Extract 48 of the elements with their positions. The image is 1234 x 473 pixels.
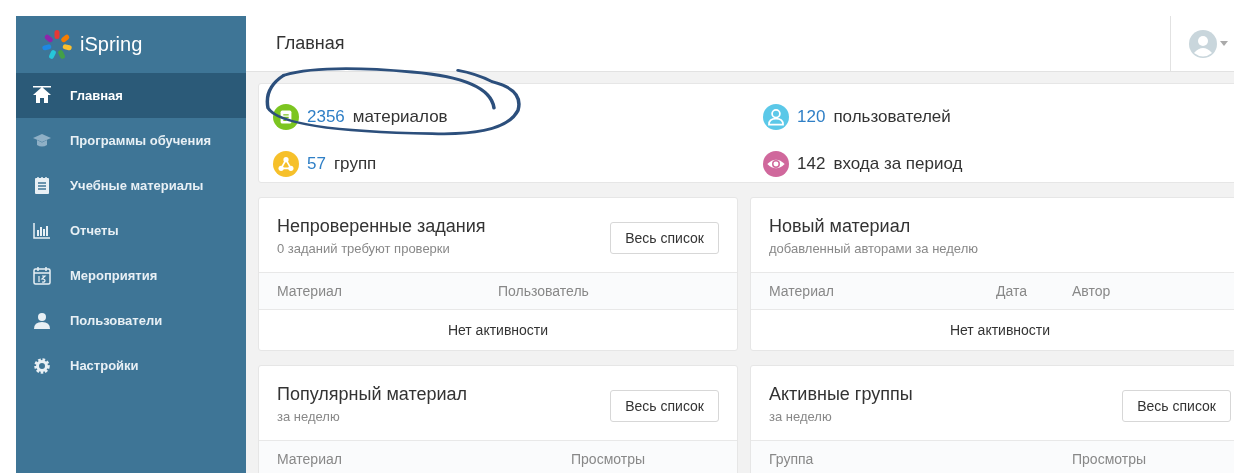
column-header: Автор — [1072, 283, 1112, 299]
sidebar-item[interactable]: Пользователи — [16, 298, 246, 343]
column-header: Материал — [277, 451, 343, 467]
card-title: Активные группы — [769, 384, 913, 405]
stat-label: входа за период — [833, 153, 963, 174]
calendar-icon — [32, 265, 52, 286]
empty-message: Нет активности — [447, 322, 549, 338]
stat-count: 142 — [797, 153, 826, 174]
stat-count[interactable]: 2356 — [307, 106, 345, 127]
stat-count[interactable]: 57 — [307, 153, 326, 174]
gear-icon — [32, 355, 52, 376]
card-subtitle: 0 заданий требуют проверки — [277, 241, 451, 256]
card-subtitle: добавленный авторами за неделю — [769, 241, 978, 256]
view-all-button[interactable]: Весь список — [610, 222, 719, 254]
column-header: Группа — [769, 451, 815, 467]
chart-icon — [32, 220, 52, 241]
home-icon — [32, 85, 52, 106]
stat-label: материалов — [352, 106, 448, 127]
user-icon — [32, 310, 52, 331]
sidebar-item[interactable]: Мероприятия — [16, 253, 246, 298]
sidebar-item[interactable]: Главная — [16, 73, 246, 118]
page-title: Главная — [276, 33, 345, 54]
column-header: Просмотры — [571, 451, 646, 467]
sidebar-item[interactable]: Программы обучения — [16, 118, 246, 163]
notepad-icon — [32, 175, 52, 196]
logo-icon — [40, 27, 74, 62]
column-header: Дата — [996, 283, 1028, 299]
view-all-button[interactable]: Весь список — [610, 390, 719, 422]
sidebar-item[interactable]: Отчеты — [16, 208, 246, 253]
column-header: Материал — [277, 283, 343, 299]
logo-text: iSpring — [80, 33, 143, 56]
card-title: Новый материал — [769, 216, 912, 237]
column-header: Пользователь — [498, 283, 590, 299]
stat-label: пользователей — [833, 106, 951, 127]
caret-icon[interactable] — [1220, 41, 1228, 46]
card-subtitle: за неделю — [769, 409, 833, 424]
avatar-icon[interactable] — [1189, 29, 1217, 58]
empty-message: Нет активности — [949, 322, 1051, 338]
card-subtitle: за неделю — [277, 409, 341, 424]
view-all-button[interactable]: Весь список — [1122, 390, 1231, 422]
stat-label: групп — [333, 153, 377, 174]
sidebar-item[interactable]: Настройки — [16, 343, 246, 388]
sidebar-item[interactable]: Учебные материалы — [16, 163, 246, 208]
column-header: Материал — [769, 283, 835, 299]
card-title: Популярный материал — [277, 384, 468, 405]
column-header: Просмотры — [1072, 451, 1147, 467]
card-title: Непроверенные задания — [277, 216, 486, 237]
stat-count[interactable]: 120 — [797, 106, 826, 127]
